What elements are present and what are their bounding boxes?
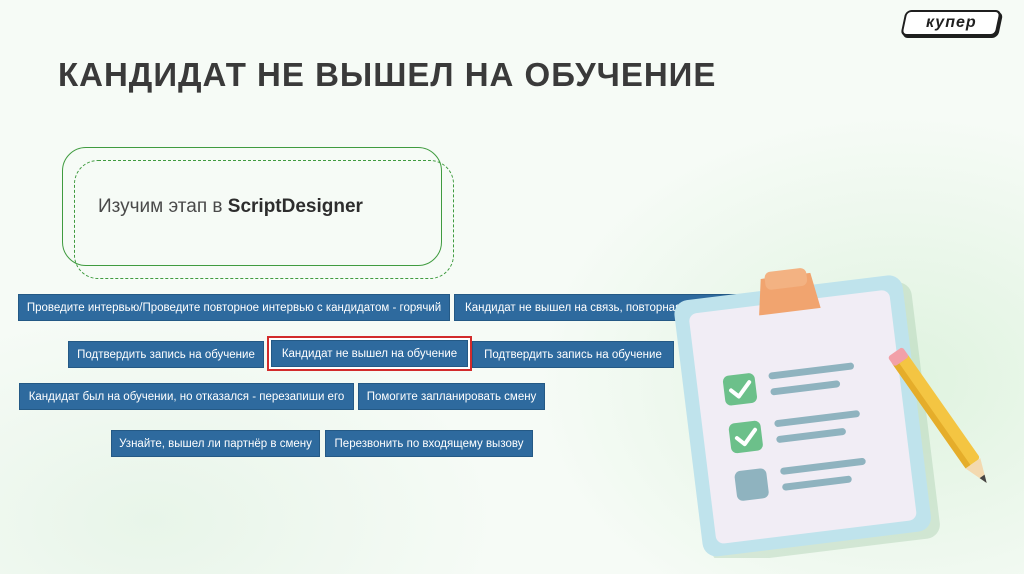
step-button-plan-shift[interactable]: Помогите запланировать смену (358, 383, 545, 410)
callout-text: Изучим этап в ScriptDesigner (98, 196, 363, 218)
step-button-interview[interactable]: Проведите интервью/Проведите повторное и… (18, 294, 450, 321)
callout-text-bold: ScriptDesigner (227, 196, 363, 217)
logo-text: купер (925, 14, 977, 31)
callout-text-prefix: Изучим этап в (98, 196, 228, 217)
step-button-confirm-training-1[interactable]: Подтвердить запись на обучение (68, 341, 264, 368)
step-button-candidate-no-show[interactable]: Кандидат не вышел на обучение (271, 340, 468, 367)
kuper-logo: купер (900, 10, 1002, 36)
step-button-confirm-training-2[interactable]: Подтвердить запись на обучение (472, 341, 674, 368)
step-button-check-shift[interactable]: Узнайте, вышел ли партнёр в смену (111, 430, 320, 457)
page-title: КАНДИДАТ НЕ ВЫШЕЛ НА ОБУЧЕНИЕ (58, 56, 717, 93)
clipboard-checklist-icon (674, 268, 987, 558)
callout-frame-dashed (74, 160, 454, 279)
step-button-refused-rebook[interactable]: Кандидат был на обучении, но отказался -… (19, 383, 354, 410)
step-button-callback[interactable]: Перезвонить по входящему вызову (325, 430, 533, 457)
